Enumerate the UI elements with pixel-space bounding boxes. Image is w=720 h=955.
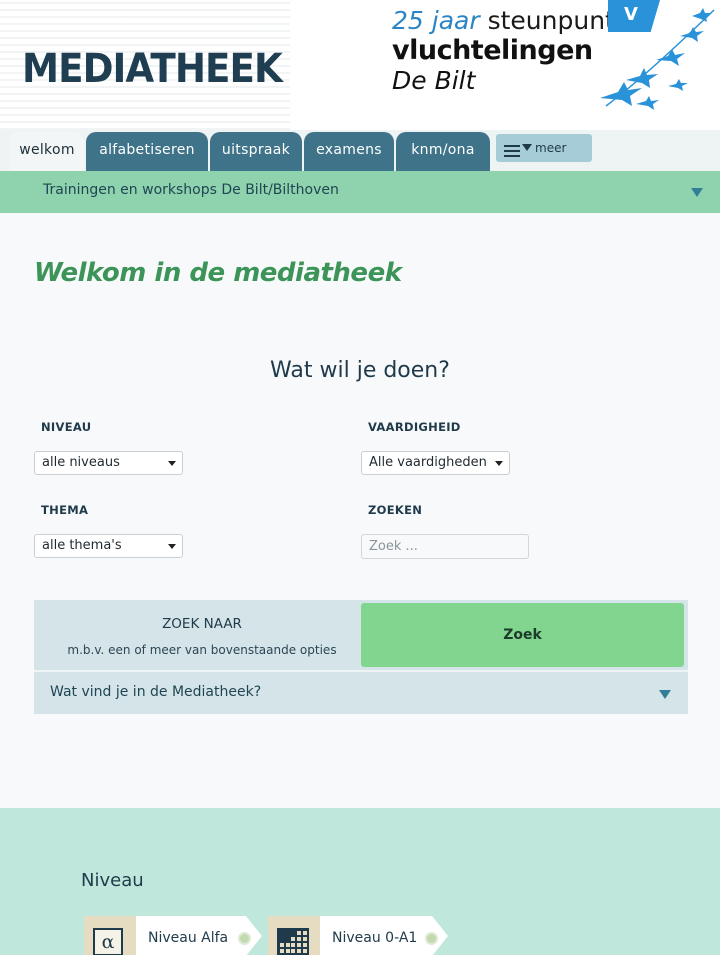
dropdown-arrow-icon bbox=[522, 144, 532, 151]
blocks-icon bbox=[268, 916, 320, 955]
search-input[interactable] bbox=[361, 534, 529, 559]
promo-line3: De Bilt bbox=[392, 66, 476, 95]
promo-banner[interactable]: 25 jaar steunpunt vluchtelingen De Bilt bbox=[392, 8, 615, 93]
tab-uitspraak[interactable]: uitspraak bbox=[210, 132, 302, 171]
birds-icon bbox=[600, 8, 715, 110]
search-for-subtitle: m.b.v. een of meer van bovenstaande opti… bbox=[67, 643, 337, 657]
tab-examens[interactable]: examens bbox=[304, 132, 394, 171]
divider bbox=[34, 670, 688, 672]
vaardigheid-label: VAARDIGHEID bbox=[368, 420, 461, 434]
promo-years: 25 jaar bbox=[392, 6, 480, 35]
select-arrow-icon bbox=[495, 461, 503, 466]
site-header: MEDIATHEEK 25 jaar steunpunt vluchteling… bbox=[0, 0, 720, 132]
trainings-label: Trainingen en workshops De Bilt/Bilthove… bbox=[43, 182, 339, 198]
promo-line2: vluchtelingen bbox=[392, 35, 593, 66]
tab-welkom[interactable]: welkom bbox=[10, 132, 84, 171]
tab-bar: welkom alfabetiseren uitspraak examens k… bbox=[0, 130, 720, 171]
level-dot-icon bbox=[238, 932, 251, 945]
section-title: Niveau bbox=[81, 870, 144, 891]
tab-knm-ona[interactable]: knm/ona bbox=[396, 132, 490, 171]
level-dot-icon bbox=[425, 932, 438, 945]
alpha-symbol: α bbox=[93, 928, 123, 955]
page-title: Welkom in de mediatheek bbox=[34, 258, 402, 288]
level-card-alfa[interactable]: α Niveau Alfa bbox=[84, 916, 262, 955]
more-label: meer bbox=[535, 141, 567, 155]
niveau-select[interactable]: alle niveaus bbox=[34, 451, 183, 475]
niveau-section: Niveau α Niveau Alfa Niveau 0-A1 bbox=[0, 808, 720, 955]
level-card-0-a1[interactable]: Niveau 0-A1 bbox=[268, 916, 448, 955]
alpha-icon: α bbox=[84, 916, 136, 955]
more-menu-button[interactable]: meer bbox=[496, 134, 592, 162]
hamburger-icon bbox=[504, 145, 520, 160]
trainings-bar[interactable]: Trainingen en workshops De Bilt/Bilthove… bbox=[0, 171, 720, 213]
mediatheek-info-toggle[interactable]: Wat vind je in de Mediatheek? bbox=[50, 684, 261, 700]
tab-alfabetiseren[interactable]: alfabetiseren bbox=[86, 132, 208, 171]
site-title[interactable]: MEDIATHEEK bbox=[22, 46, 283, 92]
chevron-down-icon[interactable] bbox=[691, 188, 703, 197]
question-heading: Wat wil je doen? bbox=[270, 358, 450, 383]
vaardigheid-select[interactable]: Alle vaardigheden bbox=[361, 451, 510, 475]
select-arrow-icon bbox=[168, 461, 176, 466]
search-panel: ZOEK NAAR m.b.v. een of meer van bovenst… bbox=[34, 600, 688, 714]
select-arrow-icon bbox=[168, 544, 176, 549]
niveau-label: NIVEAU bbox=[41, 420, 92, 434]
thema-label: THEMA bbox=[41, 503, 89, 517]
niveau-value: alle niveaus bbox=[42, 455, 120, 470]
blocks-graphic bbox=[277, 928, 309, 955]
chevron-down-icon[interactable] bbox=[659, 690, 671, 699]
search-for-title: ZOEK NAAR bbox=[162, 616, 242, 632]
zoeken-label: ZOEKEN bbox=[368, 503, 423, 517]
vaardigheid-value: Alle vaardigheden bbox=[369, 455, 487, 470]
thema-select[interactable]: alle thema's bbox=[34, 534, 183, 558]
search-button[interactable]: Zoek bbox=[361, 603, 684, 667]
thema-value: alle thema's bbox=[42, 538, 122, 553]
